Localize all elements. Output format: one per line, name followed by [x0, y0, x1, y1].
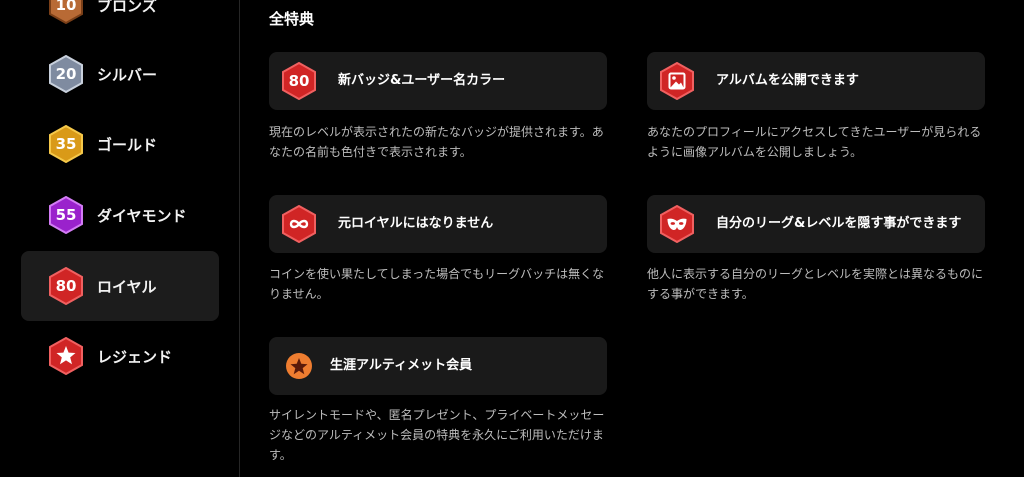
perk-card-keep-royal: 元ロイヤルにはなりません [269, 195, 607, 253]
gold-badge-icon: 35 [48, 125, 84, 163]
level-item-diamond[interactable]: 55 ダイヤモンド [21, 180, 219, 250]
mask-icon [659, 204, 695, 244]
perk-description: 他人に表示する自分のリーグとレベルを実際とは異なるものにする事ができます。 [647, 267, 984, 301]
perk-title: 生涯アルティメット会員 [330, 358, 473, 373]
level-label: ゴールド [97, 135, 158, 154]
level-item-gold[interactable]: 35 ゴールド [21, 109, 219, 179]
perk-description: サイレントモードや、匿名プレゼント、プライベートメッセージなどのアルティメット会… [269, 408, 605, 462]
perk-title: 自分のリーグ&レベルを隠す事ができます [716, 216, 962, 231]
diamond-badge-icon: 55 [48, 196, 84, 234]
photo-album-icon [659, 61, 695, 101]
level-item-bronze[interactable]: 10 ブロンズ [21, 0, 219, 40]
silver-badge-icon: 20 [48, 55, 84, 93]
perk-card-album: アルバムを公開できます [647, 52, 985, 110]
perk-card-new-badge: 80 新バッジ&ユーザー名カラー [269, 52, 607, 110]
level-label: ダイヤモンド [97, 206, 187, 225]
star-badge-icon [48, 337, 84, 375]
level-item-silver[interactable]: 20 シルバー [21, 39, 219, 109]
level-label: ブロンズ [97, 0, 157, 15]
perk-title: 元ロイヤルにはなりません [338, 216, 494, 231]
level-label: シルバー [97, 65, 158, 84]
level-label: ロイヤル [97, 277, 157, 296]
perk-description: 現在のレベルが表示されたの新たなバッジが提供されます。あなたの名前も色付きで表示… [269, 125, 604, 159]
perk-title: アルバムを公開できます [716, 73, 859, 88]
level-label: レジェンド [97, 347, 173, 366]
perk-card-ultimate: 生涯アルティメット会員 [269, 337, 607, 395]
level-item-royal[interactable]: 80 ロイヤル [21, 251, 219, 321]
perk-description: あなたのプロフィールにアクセスしてきたユーザーが見られるように画像アルバムを公開… [647, 125, 982, 159]
perk-title: 新バッジ&ユーザー名カラー [338, 73, 506, 88]
royal-badge-icon: 80 [48, 267, 84, 305]
level-item-legend[interactable]: レジェンド [21, 321, 219, 391]
bronze-badge-icon: 10 [48, 0, 84, 24]
perk-description: コインを使い果たしてしまった場合でもリーグバッチは無くなりません。 [269, 267, 605, 301]
section-title: 全特典 [269, 10, 315, 28]
ultimate-star-icon [281, 347, 317, 385]
perk-card-hide-level: 自分のリーグ&レベルを隠す事ができます [647, 195, 985, 253]
badge-80-icon: 80 [281, 61, 317, 101]
level-sidebar: 10 ブロンズ 20 シルバー 35 ゴールド 55 ダイヤモンド 80 ロイヤ… [0, 0, 240, 477]
infinity-icon [281, 204, 317, 244]
